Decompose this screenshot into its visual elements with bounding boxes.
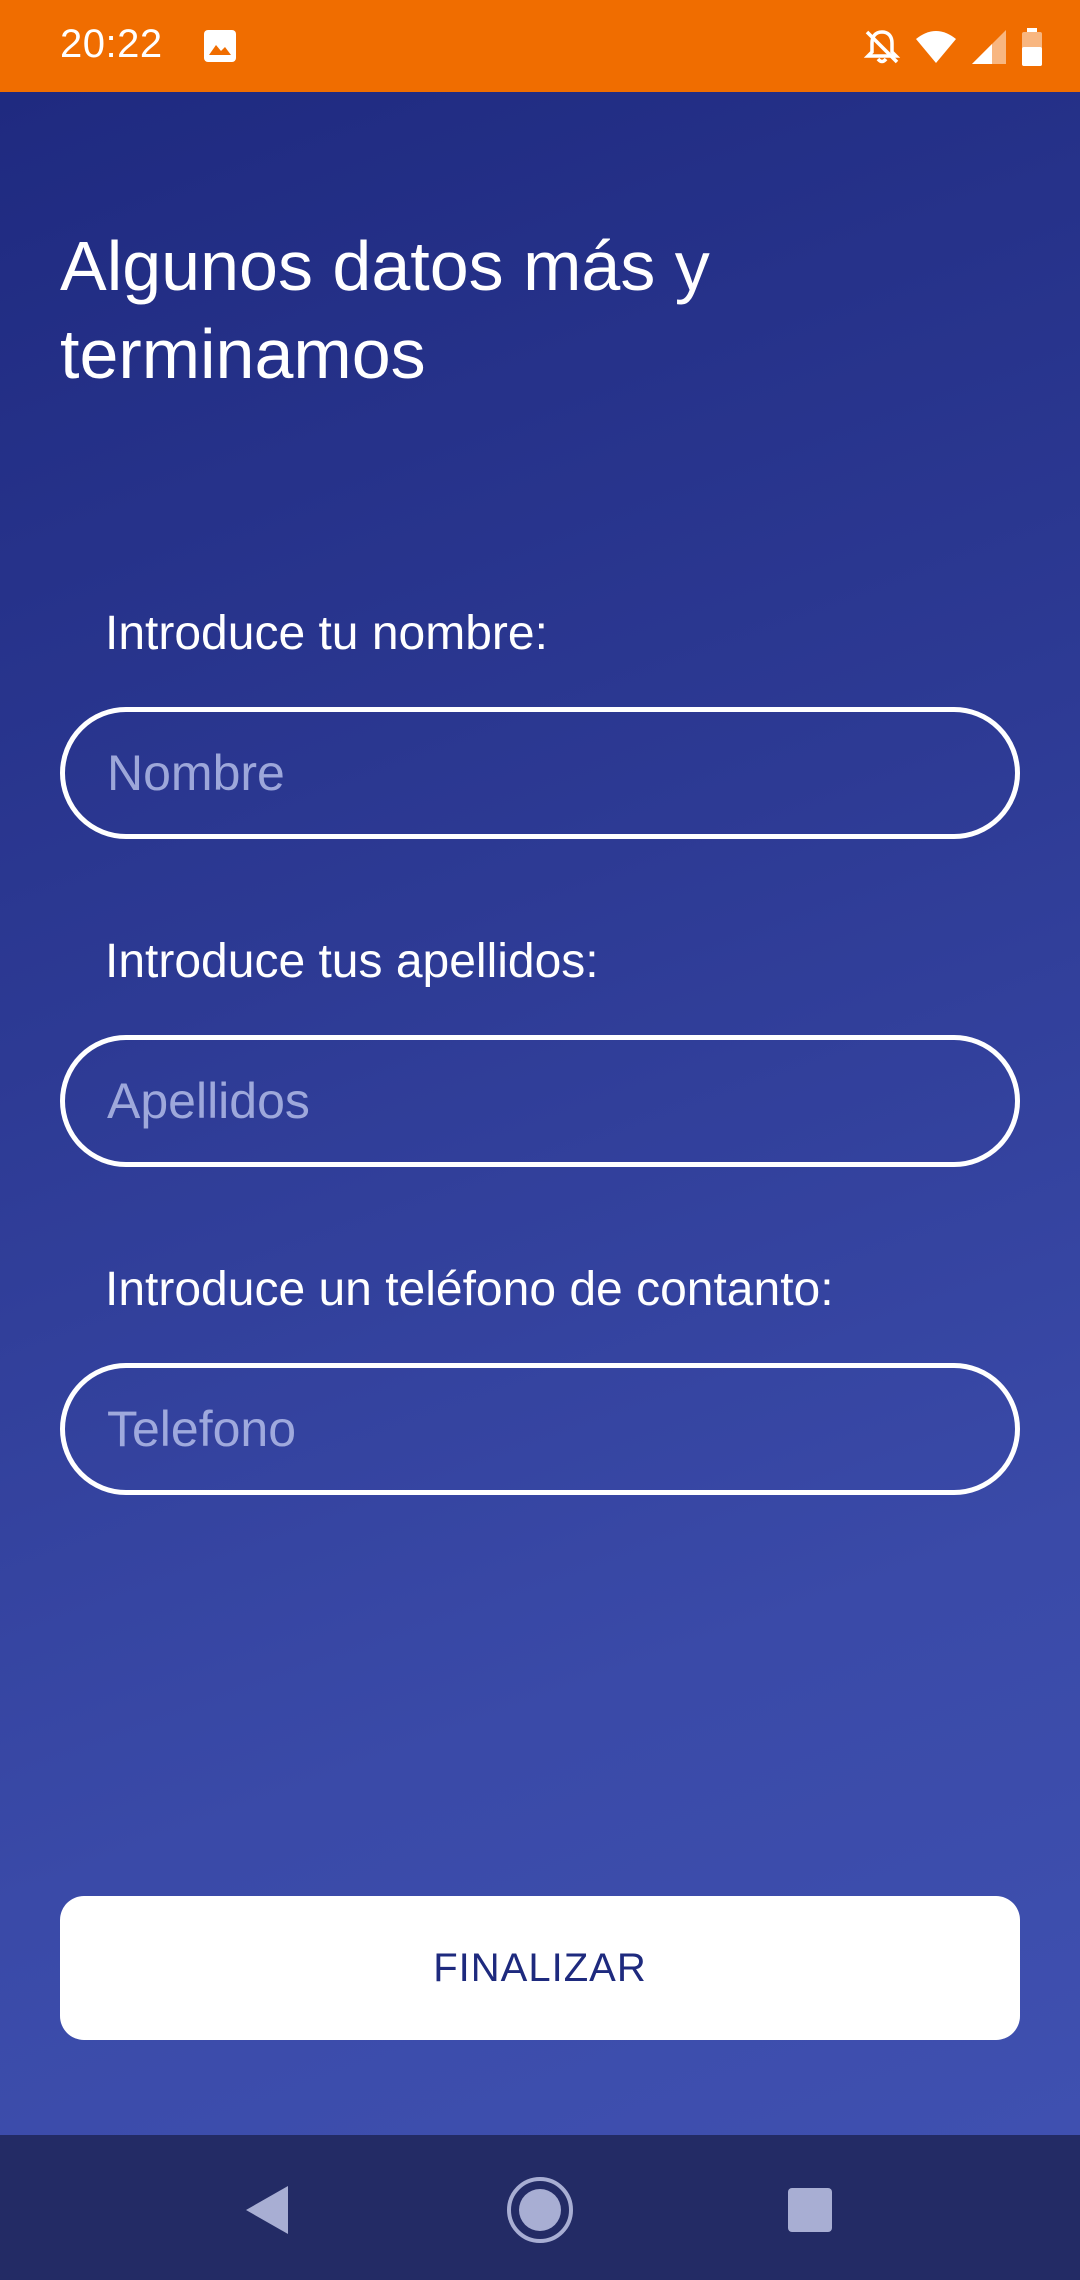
- home-icon[interactable]: [495, 2165, 585, 2255]
- navigation-bar: [0, 2135, 1080, 2280]
- status-time: 20:22: [60, 22, 163, 66]
- page-title-line-2: terminamos: [60, 315, 426, 393]
- finish-button[interactable]: FINALIZAR: [60, 1896, 1020, 2040]
- battery-icon: [1020, 27, 1044, 67]
- image-icon: [203, 29, 237, 63]
- page-title-line-1: Algunos datos más y: [60, 227, 710, 305]
- recents-icon[interactable]: [765, 2165, 855, 2255]
- status-icons: [862, 22, 1044, 72]
- name-label: Introduce tu nombre:: [105, 607, 548, 660]
- phone-label: Introduce un teléfono de contanto:: [105, 1263, 834, 1316]
- notifications-off-icon: [862, 27, 902, 67]
- back-icon[interactable]: [222, 2165, 312, 2255]
- main-content: Algunos datos más y terminamos Introduce…: [0, 92, 1080, 2135]
- wifi-icon: [914, 27, 958, 67]
- page-title: Algunos datos más y terminamos: [60, 222, 960, 398]
- surname-input[interactable]: [60, 1035, 1020, 1167]
- surname-label: Introduce tus apellidos:: [105, 935, 599, 988]
- screen: 20:22 Algunos datos más y terminamos Int…: [0, 0, 1080, 2280]
- status-bar: 20:22: [0, 0, 1080, 92]
- phone-input[interactable]: [60, 1363, 1020, 1495]
- name-input[interactable]: [60, 707, 1020, 839]
- signal-icon: [970, 28, 1008, 66]
